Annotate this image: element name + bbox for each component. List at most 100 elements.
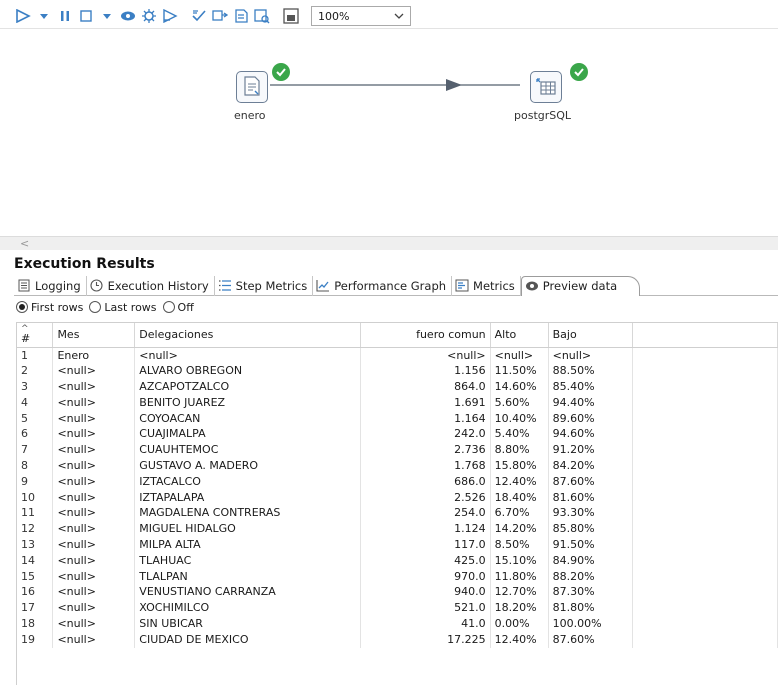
row-number-cell[interactable]: 19 (17, 631, 54, 648)
fuero-comun-cell[interactable]: 254.0 (360, 505, 491, 522)
row-number-cell[interactable]: 1 (17, 347, 54, 364)
alto-cell[interactable]: 11.80% (490, 568, 549, 585)
explore-db-icon[interactable] (253, 7, 271, 25)
fuero-comun-cell[interactable]: 1.124 (360, 521, 491, 538)
bajo-cell[interactable]: 87.60% (548, 473, 633, 490)
preview-data-grid[interactable]: ^ # Mes Delegaciones fuero comun Alto Ba… (16, 322, 778, 685)
table-row[interactable]: 10 <null> IZTAPALAPA 2.526 18.40% 81.60% (17, 489, 778, 506)
delegaciones-cell[interactable]: MILPA ALTA (134, 537, 361, 553)
alto-cell[interactable]: 15.10% (490, 552, 549, 569)
delegaciones-cell[interactable]: TLALPAN (134, 568, 361, 585)
fuero-comun-cell[interactable]: 1.691 (360, 394, 491, 411)
fuero-comun-cell[interactable]: 864.0 (360, 379, 491, 395)
mes-cell[interactable]: <null> (52, 410, 136, 427)
bajo-cell[interactable]: 87.60% (548, 631, 633, 648)
bajo-cell[interactable]: 100.00% (548, 616, 633, 632)
row-number-cell[interactable]: 8 (17, 458, 54, 474)
preview-icon[interactable] (119, 7, 137, 25)
verify-icon[interactable] (190, 7, 208, 25)
tab-execution-history[interactable]: Execution History (87, 275, 215, 296)
delegaciones-cell[interactable]: VENUSTIANO CARRANZA (134, 584, 361, 601)
row-number-cell[interactable]: 11 (17, 505, 54, 522)
mes-cell[interactable]: <null> (52, 442, 136, 459)
bajo-cell[interactable]: 88.20% (548, 568, 633, 585)
fuero-comun-cell[interactable]: <null> (360, 347, 491, 364)
table-row[interactable]: 18 <null> SIN UBICAR 41.0 0.00% 100.00% (17, 616, 778, 632)
row-number-cell[interactable]: 15 (17, 568, 54, 585)
column-header-rownum[interactable]: ^ # (17, 323, 54, 348)
step-enero[interactable] (236, 71, 268, 103)
mes-cell[interactable]: <null> (52, 552, 136, 569)
mes-cell[interactable]: <null> (52, 473, 136, 490)
pause-icon[interactable] (56, 7, 74, 25)
delegaciones-cell[interactable]: TLAHUAC (134, 552, 361, 569)
show-results-icon[interactable] (282, 7, 300, 25)
mes-cell[interactable]: <null> (52, 489, 136, 506)
fuero-comun-cell[interactable]: 1.768 (360, 458, 491, 474)
radio-last-rows[interactable]: Last rows (89, 301, 157, 314)
mes-cell[interactable]: <null> (52, 426, 136, 443)
bajo-cell[interactable]: 94.40% (548, 394, 633, 411)
alto-cell[interactable]: 5.60% (490, 394, 549, 411)
mes-cell[interactable]: <null> (52, 458, 136, 474)
hop-connection[interactable] (0, 29, 778, 237)
zoom-select[interactable]: 100% (311, 6, 411, 26)
bajo-cell[interactable]: 87.30% (548, 584, 633, 601)
delegaciones-cell[interactable]: <null> (134, 347, 361, 364)
sql-icon[interactable] (232, 7, 250, 25)
delegaciones-cell[interactable]: MAGDALENA CONTRERAS (134, 505, 361, 522)
row-number-cell[interactable]: 12 (17, 521, 54, 538)
delegaciones-cell[interactable]: CUAJIMALPA (134, 426, 361, 443)
mes-cell[interactable]: <null> (52, 584, 136, 601)
row-number-cell[interactable]: 4 (17, 394, 54, 411)
bajo-cell[interactable]: 91.20% (548, 442, 633, 459)
mes-cell[interactable]: <null> (52, 521, 136, 538)
fuero-comun-cell[interactable]: 1.164 (360, 410, 491, 427)
column-header-bajo[interactable]: Bajo (548, 323, 633, 348)
bajo-cell[interactable]: 93.30% (548, 505, 633, 522)
table-row[interactable]: 14 <null> TLAHUAC 425.0 15.10% 84.90% (17, 552, 778, 569)
delegaciones-cell[interactable]: GUSTAVO A. MADERO (134, 458, 361, 474)
debug-icon[interactable] (140, 7, 158, 25)
fuero-comun-cell[interactable]: 940.0 (360, 584, 491, 601)
bajo-cell[interactable]: 84.20% (548, 458, 633, 474)
tab-metrics[interactable]: Metrics (452, 275, 521, 296)
row-number-cell[interactable]: 9 (17, 473, 54, 490)
fuero-comun-cell[interactable]: 117.0 (360, 537, 491, 553)
fuero-comun-cell[interactable]: 521.0 (360, 600, 491, 617)
table-row[interactable]: 11 <null> MAGDALENA CONTRERAS 254.0 6.70% 93.… (17, 505, 778, 522)
fuero-comun-cell[interactable]: 242.0 (360, 426, 491, 443)
delegaciones-cell[interactable]: BENITO JUAREZ (134, 394, 361, 411)
mes-cell[interactable]: <null> (52, 537, 136, 553)
table-row[interactable]: 4 <null> BENITO JUAREZ 1.691 5.60% 94.40% (17, 394, 778, 411)
alto-cell[interactable]: 12.70% (490, 584, 549, 601)
mes-cell[interactable]: <null> (52, 394, 136, 411)
table-row[interactable]: 16 <null> VENUSTIANO CARRANZA 940.0 12.70% 87… (17, 584, 778, 601)
scroll-left-icon[interactable]: < (20, 237, 29, 251)
row-number-cell[interactable]: 2 (17, 363, 54, 380)
delegaciones-cell[interactable]: XOCHIMILCO (134, 600, 361, 617)
table-row[interactable]: 17 <null> XOCHIMILCO 521.0 18.20% 81.80% (17, 600, 778, 617)
canvas-horizontal-scrollbar[interactable]: < (0, 236, 778, 250)
alto-cell[interactable]: 10.40% (490, 410, 549, 427)
delegaciones-cell[interactable]: IZTACALCO (134, 473, 361, 490)
table-row[interactable]: 5 <null> COYOACAN 1.164 10.40% 89.60% (17, 410, 778, 427)
bajo-cell[interactable]: <null> (548, 347, 633, 364)
bajo-cell[interactable]: 85.80% (548, 521, 633, 538)
bajo-cell[interactable]: 94.60% (548, 426, 633, 443)
fuero-comun-cell[interactable]: 2.526 (360, 489, 491, 506)
radio-off[interactable]: Off (162, 301, 194, 314)
alto-cell[interactable]: 12.40% (490, 631, 549, 648)
dropdown-arrow-icon[interactable] (35, 7, 53, 25)
table-row[interactable]: 15 <null> TLALPAN 970.0 11.80% 88.20% (17, 568, 778, 585)
delegaciones-cell[interactable]: IZTAPALAPA (134, 489, 361, 506)
transformation-canvas[interactable]: enero postgrSQL (0, 28, 778, 236)
mes-cell[interactable]: <null> (52, 600, 136, 617)
delegaciones-cell[interactable]: COYOACAN (134, 410, 361, 427)
delegaciones-cell[interactable]: AZCAPOTZALCO (134, 379, 361, 395)
fuero-comun-cell[interactable]: 425.0 (360, 552, 491, 569)
table-row[interactable]: 13 <null> MILPA ALTA 117.0 8.50% 91.50% (17, 537, 778, 553)
alto-cell[interactable]: 8.50% (490, 537, 549, 553)
mes-cell[interactable]: <null> (52, 631, 136, 648)
row-number-cell[interactable]: 17 (17, 600, 54, 617)
